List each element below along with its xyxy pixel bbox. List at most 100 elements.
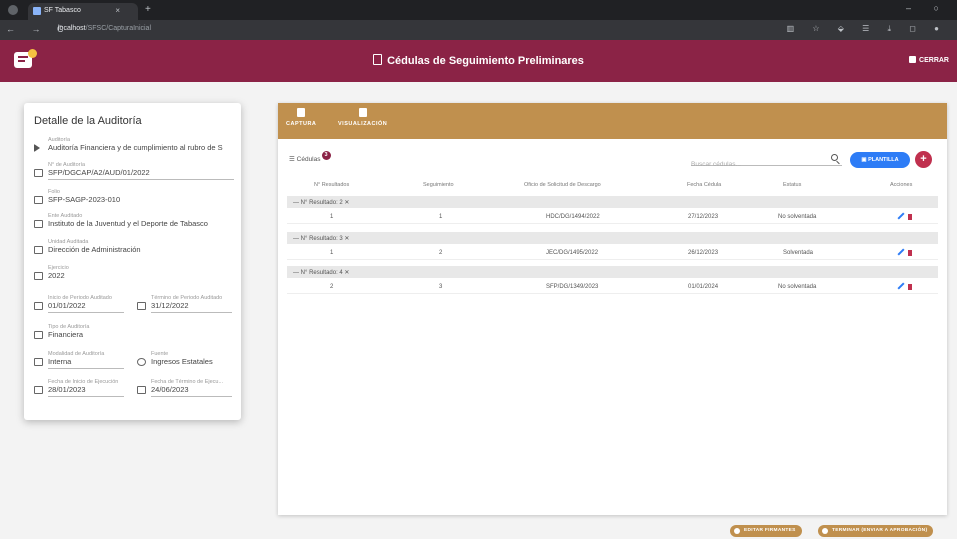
column-header[interactable]: Seguimiento [423, 182, 454, 188]
browser-toolbar-icons[interactable]: ▥ ☆ ⬙ ☰ ⤓ ◻ ● [787, 24, 947, 34]
field-value: Ingresos Estatales [151, 357, 213, 366]
edit-icon[interactable] [897, 282, 905, 290]
url-host: localhost [58, 25, 86, 32]
field-auditoria: Auditoría Auditoría Financiera y de cump… [34, 137, 234, 152]
edit-icon[interactable] [897, 212, 905, 220]
close-tab-icon[interactable]: × [115, 6, 120, 15]
search-icon[interactable] [831, 154, 838, 161]
tab-label: VISUALIZACIÓN [338, 121, 388, 127]
calendar-icon [137, 302, 146, 310]
delete-icon[interactable] [908, 214, 912, 220]
field-value: Interna [48, 357, 72, 366]
table-row[interactable]: 1 2 JEC/DG/1495/2022 26/12/2023 Solventa… [287, 246, 938, 260]
cedulas-count-label: ☰ Cédulas 3 [289, 151, 331, 163]
field-modalidad: Modalidad de Auditoría Interna [34, 351, 124, 369]
field-value: 31/12/2022 [151, 301, 189, 310]
calendar-icon [34, 386, 43, 394]
field-value: Dirección de Administración [48, 245, 141, 254]
page-title-text: Cédulas de Seguimiento Preliminares [387, 55, 584, 67]
tab-visualizacion[interactable]: VISUALIZACIÓN [338, 108, 387, 127]
field-inicio-periodo: Inicio de Periodo Auditado 01/01/2022 [34, 295, 124, 313]
page-title: Cédulas de Seguimiento Preliminares [0, 54, 957, 67]
group-row[interactable]: — N° Resultado: 3 ✕ [287, 232, 938, 244]
cell-fecha: 26/12/2023 [688, 250, 719, 256]
cell-oficio: JEC/DG/1495/2022 [546, 250, 599, 256]
cedulas-count-badge: 3 [321, 151, 331, 160]
plantilla-button[interactable]: ▣ PLANTILLA [850, 152, 910, 168]
table-row[interactable]: 1 1 HDC/DG/1494/2022 27/12/2023 No solve… [287, 210, 938, 224]
field-termino-ejecucion: Fecha de Término de Ejecu... 24/06/2023 [137, 379, 232, 397]
delete-icon[interactable] [908, 250, 912, 256]
detail-title: Detalle de la Auditoría [34, 115, 142, 127]
row-actions [897, 282, 912, 291]
field-inicio-ejecucion: Fecha de Inicio de Ejecución 28/01/2023 [34, 379, 124, 397]
logout-button[interactable]: CERRAR [909, 56, 949, 64]
browser-menu-icon[interactable] [8, 5, 18, 15]
field-value: 28/01/2023 [48, 385, 86, 394]
browser-address-bar: ← → C localhost/SFSC/CapturaInicial ▥ ☆ … [0, 20, 957, 40]
list-icon: ☰ [289, 156, 297, 163]
field-value: SFP-SAGP-2023-010 [48, 195, 121, 204]
calendar-icon [34, 272, 43, 280]
column-header[interactable]: Estatus [783, 182, 801, 188]
money-icon [137, 358, 146, 366]
document-icon [373, 54, 383, 65]
audit-detail-card: Detalle de la Auditoría Auditoría Audito… [24, 103, 241, 420]
new-tab-button[interactable]: + [145, 4, 151, 15]
browser-tab[interactable]: SF Tabasco × [28, 3, 138, 20]
field-value: 01/01/2022 [48, 301, 86, 310]
cell-seguimiento: 3 [439, 284, 443, 290]
calendar-icon [137, 386, 146, 394]
field-value: Instituto de la Juventud y el Deporte de… [48, 219, 208, 228]
cell-estatus: No solventada [778, 284, 817, 290]
field-tipo-auditoria: Tipo de Auditoría Financiera [34, 324, 234, 339]
url-field[interactable]: localhost/SFSC/CapturaInicial [58, 25, 151, 32]
search-field[interactable] [691, 153, 842, 168]
group-row[interactable]: — N° Resultado: 2 ✕ [287, 196, 938, 208]
cedulas-panel: CAPTURA VISUALIZACIÓN ☰ Cédulas 3 ▣ PLAN… [278, 103, 947, 515]
cell-oficio: HDC/DG/1494/2022 [546, 214, 600, 220]
field-value: 2022 [48, 271, 65, 280]
row-actions [897, 248, 912, 257]
column-header[interactable]: Oficio de Solicitud de Descargo [524, 182, 601, 188]
table-header: N° Resultados Seguimiento Oficio de Soli… [287, 182, 938, 192]
table-row[interactable]: 2 3 SFP/DG/1349/2023 01/01/2024 No solve… [287, 280, 938, 294]
browser-tab-strip: SF Tabasco × + – ○ [0, 0, 957, 20]
finish-send-approval-button[interactable]: TERMINAR (ENVIAR A APROBACIÓN) [818, 525, 934, 537]
window-controls[interactable]: – ○ [906, 3, 949, 13]
column-header[interactable]: Fecha Cédula [687, 182, 721, 188]
group-row[interactable]: — N° Resultado: 4 ✕ [287, 266, 938, 278]
arrow-icon [34, 144, 40, 152]
field-value: 24/06/2023 [151, 385, 189, 394]
list-icon [34, 358, 43, 366]
field-underline [151, 396, 232, 397]
field-underline [48, 396, 124, 397]
column-header[interactable]: N° Resultados [314, 182, 349, 188]
plantilla-label: PLANTILLA [868, 157, 899, 163]
field-num-auditoria: N° de Auditoría SFP/DGCAP/A2/AUD/01/2022 [34, 162, 234, 180]
cedulas-label-text: Cédulas [296, 156, 321, 163]
cell-fecha: 27/12/2023 [688, 214, 719, 220]
field-ente-auditado: Ente Auditado Instituto de la Juventud y… [34, 213, 234, 228]
field-unidad-auditada: Unidad Auditada Dirección de Administrac… [34, 239, 234, 254]
cell-num: 2 [330, 284, 334, 290]
calendar-icon [34, 302, 43, 310]
favicon-icon [33, 7, 41, 15]
delete-icon[interactable] [908, 284, 912, 290]
field-value: SFP/DGCAP/A2/AUD/01/2022 [48, 168, 150, 177]
field-folio: Folio SFP-SAGP-2023-010 [34, 189, 234, 204]
row-actions [897, 212, 912, 221]
add-cedula-button[interactable]: + [915, 151, 932, 168]
edit-signers-button[interactable]: EDITAR FIRMANTES [730, 525, 802, 537]
column-header[interactable]: Acciones [890, 182, 912, 188]
search-input[interactable] [691, 161, 821, 168]
logout-icon [909, 56, 917, 63]
cell-num: 1 [330, 250, 334, 256]
tab-captura[interactable]: CAPTURA [286, 108, 316, 127]
field-termino-periodo: Término de Periodo Auditado 31/12/2022 [137, 295, 232, 313]
field-value: Financiera [48, 330, 84, 339]
list-icon [34, 331, 43, 339]
cell-oficio: SFP/DG/1349/2023 [546, 284, 599, 290]
grid-icon [34, 246, 43, 254]
edit-icon[interactable] [897, 248, 905, 256]
